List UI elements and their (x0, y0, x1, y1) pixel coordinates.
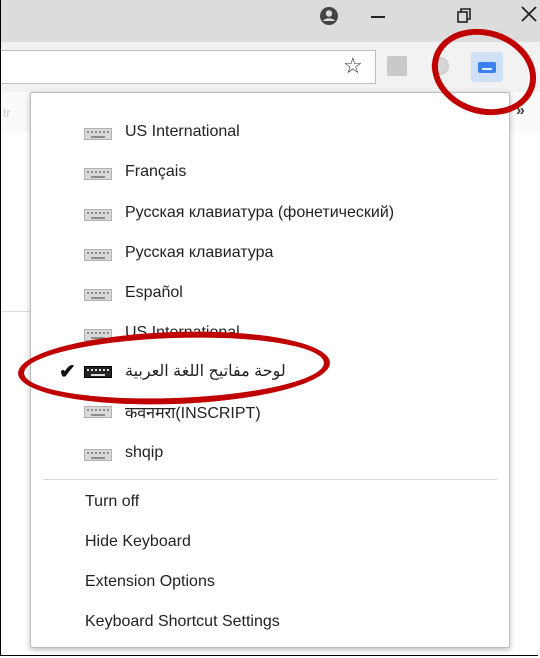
restore-button[interactable] (457, 8, 471, 24)
layout-label: कवनमरा(INSCRIPT) (125, 405, 261, 422)
keyboard-icon (84, 209, 112, 221)
title-bar (1, 0, 540, 42)
layout-item-arabic[interactable]: ✔ لوحة مفاتيح اللغة العربية (31, 351, 509, 391)
layout-item-russian-phonetic[interactable]: Русская клавиатура (фонетический) (31, 194, 509, 234)
keyboard-icon (84, 329, 112, 341)
layout-item-us-international-2[interactable]: US International (31, 314, 509, 354)
keyboard-icon (84, 449, 112, 461)
virtual-keyboard-extension-button[interactable] (471, 52, 503, 82)
close-button[interactable] (520, 5, 540, 25)
layout-label: لوحة مفاتيح اللغة العربية (125, 363, 286, 380)
layout-item-francais[interactable]: Français (31, 153, 509, 193)
keyboard-layout-menu: US International Français Русская клавиа… (30, 92, 510, 648)
layout-item-shqip[interactable]: shqip (31, 434, 509, 474)
keyboard-icon (84, 289, 112, 301)
layout-item-us-international[interactable]: US International (31, 113, 509, 153)
layout-label: Русская клавиатура (фонетический) (125, 204, 395, 221)
layout-label: shqip (125, 444, 164, 461)
bookmark-faint-text: tr (3, 106, 11, 120)
keyboard-icon (84, 168, 112, 180)
keyboard-icon (84, 128, 112, 140)
checkmark-icon: ✔ (59, 361, 76, 383)
layout-item-inscript[interactable]: कवनमरा(INSCRIPT) (31, 391, 509, 431)
layout-label: US International (125, 123, 240, 140)
bookmarks-overflow-chevron[interactable]: » (516, 102, 525, 120)
layout-item-russian[interactable]: Русская клавиатура (31, 234, 509, 274)
account-circle-icon[interactable] (319, 6, 339, 26)
keyboard-icon (84, 406, 112, 418)
hide-keyboard-menu-item[interactable]: Hide Keyboard (85, 533, 191, 551)
keyboard-icon (478, 62, 496, 73)
pdf-extension-icon[interactable] (387, 56, 407, 76)
menu-divider (43, 479, 497, 480)
layout-label: Français (125, 163, 187, 180)
layout-item-espanol[interactable]: Español (31, 274, 509, 314)
browser-toolbar: ☆ (1, 42, 540, 93)
address-bar[interactable]: ☆ (1, 50, 376, 84)
circle-extension-icon[interactable] (431, 57, 449, 75)
minimize-button[interactable] (371, 16, 385, 18)
layout-label: Español (125, 284, 183, 301)
bookmark-star-icon[interactable]: ☆ (343, 53, 363, 79)
keyboard-icon (84, 249, 112, 261)
layout-label: Русская клавиатура (125, 244, 274, 261)
keyboard-shortcut-settings-menu-item[interactable]: Keyboard Shortcut Settings (85, 613, 280, 631)
page-divider (1, 311, 31, 312)
layout-label: US International (125, 324, 240, 341)
extension-options-menu-item[interactable]: Extension Options (85, 573, 215, 591)
keyboard-icon (84, 366, 112, 378)
turn-off-menu-item[interactable]: Turn off (85, 493, 139, 511)
